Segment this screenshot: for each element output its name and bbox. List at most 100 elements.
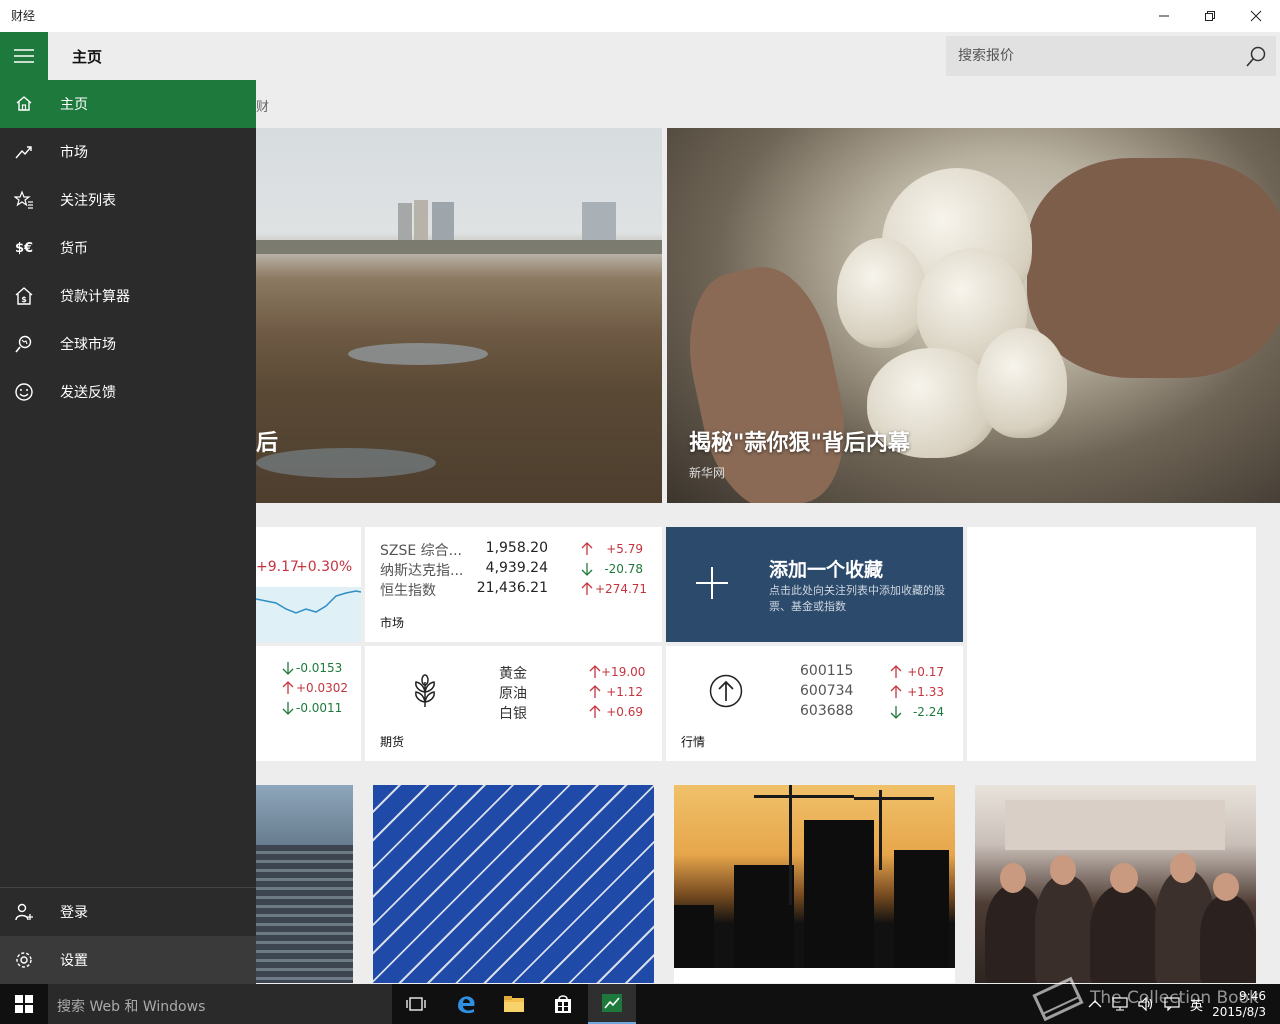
nav-item-loan-calculator[interactable]: $ 贷款计算器 <box>0 272 256 320</box>
nav-item-feedback[interactable]: 发送反馈 <box>0 368 256 416</box>
market-tile-label: 市场 <box>380 616 405 630</box>
nav-item-label: 设置 <box>60 953 88 969</box>
futures-tile[interactable]: 黄金 +19.00 原油 +1.12 白银 +0.69 期货 <box>365 646 662 761</box>
nav-item-global-markets[interactable]: 全球市场 <box>0 320 256 368</box>
up-arrow-icon <box>581 542 593 555</box>
futures-row-name: 原油 <box>499 686 527 702</box>
hamburger-icon <box>14 49 34 63</box>
minimize-button[interactable] <box>1141 0 1187 32</box>
nav-item-settings[interactable]: 设置 <box>0 936 256 984</box>
page-title: 主页 <box>72 48 103 66</box>
index-change-percent: +0.30% <box>296 559 353 575</box>
taskbar-search-box[interactable]: 搜索 Web 和 Windows <box>48 984 392 1024</box>
up-arrow-icon <box>589 685 601 698</box>
title-bar: 财经 <box>0 0 1280 32</box>
currency-icon: $€ <box>14 240 34 256</box>
index-sparkline <box>255 590 362 614</box>
currency-tile[interactable]: -0.0153 +0.0302 -0.0011 <box>256 646 361 761</box>
nav-item-label: 贷款计算器 <box>60 289 130 305</box>
quote-row-change: -2.24 <box>912 705 944 719</box>
watermark-book-icon <box>1032 976 1084 1022</box>
nav-item-markets[interactable]: 市场 <box>0 128 256 176</box>
restore-icon <box>1205 11 1215 21</box>
news-card[interactable] <box>975 785 1256 983</box>
news-card[interactable] <box>674 785 955 983</box>
task-view-button[interactable] <box>392 984 440 1024</box>
minimize-icon <box>1159 15 1169 17</box>
market-row-change: -20.78 <box>604 562 643 576</box>
nav-item-sign-in[interactable]: 登录 <box>0 888 256 936</box>
nav-item-label: 主页 <box>60 97 88 113</box>
hero-1-title-fragment: 后 <box>256 431 279 456</box>
index-chart-tile[interactable]: +9.17 +0.30% <box>255 527 362 642</box>
watermark-text: The Collection Book <box>1090 988 1259 1008</box>
quote-search-box <box>946 36 1276 76</box>
up-arrow-icon <box>581 582 593 595</box>
up-arrow-icon <box>890 685 902 698</box>
currency-row-change: -0.0153 <box>296 661 343 675</box>
hamburger-button[interactable] <box>0 32 48 80</box>
futures-row-name: 黄金 <box>499 666 527 682</box>
market-row-value: 1,958.20 <box>485 540 548 556</box>
plus-icon <box>696 567 728 599</box>
nav-item-watchlist[interactable]: 关注列表 <box>0 176 256 224</box>
close-button[interactable] <box>1233 0 1279 32</box>
up-arrow-icon <box>282 681 294 694</box>
hero-story-2[interactable]: 揭秘"蒜你狠"背后内幕 新华网 <box>667 128 1280 503</box>
person-add-icon <box>15 903 33 921</box>
hero-story-1[interactable]: 后 <box>256 128 662 503</box>
finance-app-button[interactable] <box>588 984 636 1024</box>
quotes-tile[interactable]: 600115 +0.17 600734 +1.33 603688 -2.24 行… <box>666 646 963 761</box>
finance-app-icon <box>602 994 622 1012</box>
search-icon[interactable] <box>1244 45 1268 69</box>
market-row-value: 4,939.24 <box>485 560 548 576</box>
star-list-icon <box>14 190 33 209</box>
quote-row-code: 603688 <box>800 703 854 719</box>
down-arrow-icon <box>890 706 902 719</box>
currency-row-change: -0.0011 <box>296 701 343 715</box>
hero-2-source: 新华网 <box>689 466 726 480</box>
nav-item-label: 市场 <box>60 145 88 161</box>
close-icon <box>1250 10 1262 22</box>
start-button[interactable] <box>0 984 48 1024</box>
add-favorite-tile[interactable]: 添加一个收藏 点击此处向关注列表中添加收藏的股票、基金或指数 <box>666 527 963 642</box>
market-row-name: 恒生指数 <box>380 583 436 599</box>
quotes-tile-label: 行情 <box>681 735 706 749</box>
taskbar: 搜索 Web 和 Windows 英 9:46 2015/8/3 <box>0 984 1280 1024</box>
store-icon <box>555 995 571 1013</box>
subnav-tab-fragment[interactable]: 财 <box>256 96 269 115</box>
up-circle-icon <box>709 674 743 708</box>
nav-item-label: 货币 <box>60 241 88 257</box>
futures-row-change: +1.12 <box>606 685 643 699</box>
empty-tile <box>967 527 1256 761</box>
futures-row-change: +0.69 <box>606 705 643 719</box>
futures-row-change: +19.00 <box>601 665 646 679</box>
news-card[interactable] <box>256 785 353 983</box>
up-arrow-icon <box>890 665 902 678</box>
quote-search-input[interactable] <box>946 36 1236 76</box>
trend-icon <box>15 146 32 159</box>
globe-icon <box>15 335 32 353</box>
down-arrow-icon <box>282 662 294 675</box>
task-view-icon <box>406 997 426 1011</box>
nav-item-label: 关注列表 <box>60 193 116 209</box>
nav-item-home[interactable]: 主页 <box>0 80 256 128</box>
news-card[interactable] <box>373 785 654 983</box>
quote-row-code: 600115 <box>800 663 854 679</box>
market-row-change: +274.71 <box>595 582 648 596</box>
file-explorer-button[interactable] <box>490 984 538 1024</box>
quote-row-change: +0.17 <box>907 665 944 679</box>
market-tile[interactable]: SZSE 综合... 1,958.20 +5.79 纳斯达克指... 4,939… <box>365 527 662 642</box>
add-favorite-description: 点击此处向关注列表中添加收藏的股票、基金或指数 <box>769 584 945 613</box>
quote-row-code: 600734 <box>800 683 854 699</box>
market-row-name: 纳斯达克指... <box>380 563 464 579</box>
nav-item-label: 发送反馈 <box>60 385 116 401</box>
edge-button[interactable] <box>442 984 490 1024</box>
up-arrow-icon <box>589 705 601 718</box>
store-button[interactable] <box>539 984 587 1024</box>
futures-tile-label: 期货 <box>380 735 405 749</box>
nav-item-currency[interactable]: $€ 货币 <box>0 224 256 272</box>
home-icon <box>16 96 32 111</box>
window-title: 财经 <box>11 9 36 23</box>
restore-button[interactable] <box>1187 0 1233 32</box>
